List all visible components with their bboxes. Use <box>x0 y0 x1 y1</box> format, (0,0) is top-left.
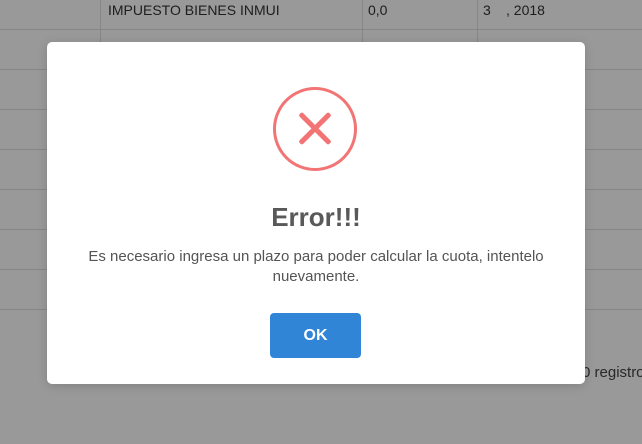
error-x-circle-icon <box>273 87 357 171</box>
dialog-title: Error!!! <box>271 202 361 232</box>
ok-button[interactable]: OK <box>270 313 361 358</box>
dialog-message: Es necesario ingresa un plazo para poder… <box>88 248 544 285</box>
error-dialog: Error!!! Es necesario ingresa un plazo p… <box>47 42 585 384</box>
